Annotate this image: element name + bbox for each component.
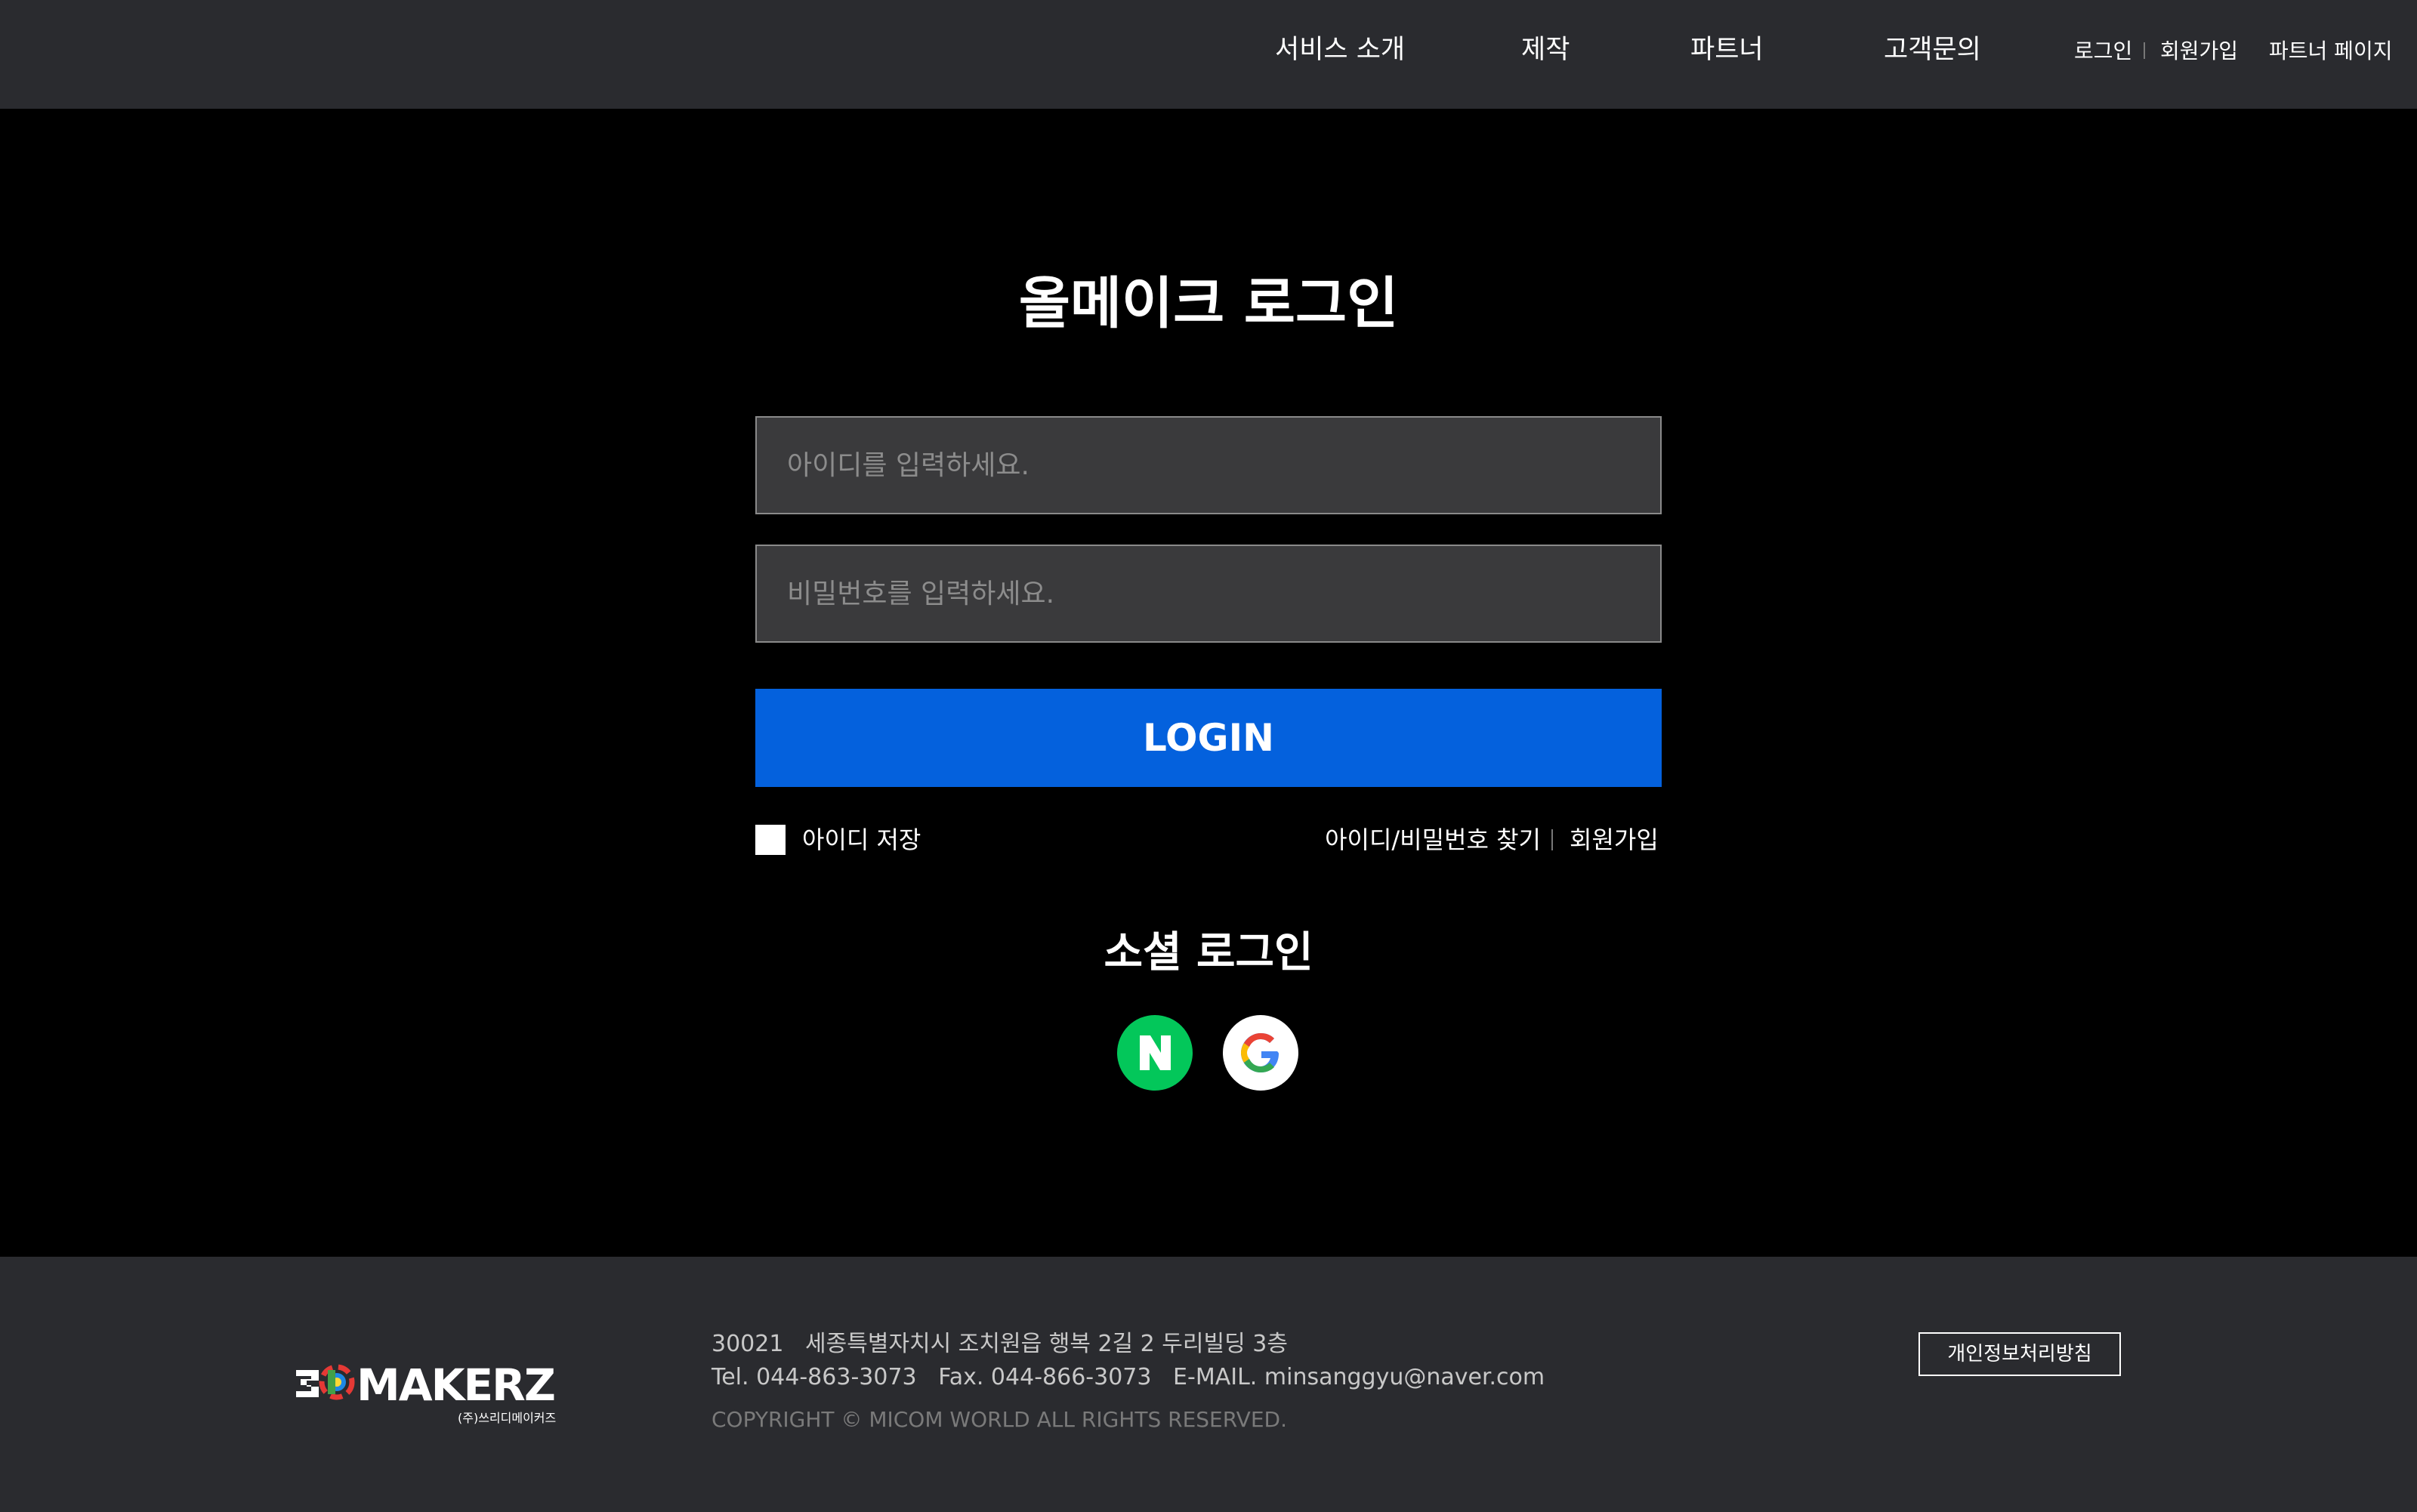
- nav-partner[interactable]: 파트너: [1690, 27, 1764, 73]
- login-button[interactable]: LOGIN: [755, 689, 1662, 787]
- company-logo: MAKERZ (주)쓰리디메이커즈: [293, 1347, 580, 1438]
- login-section: 올메이크 로그인 LOGIN 아이디 저장 아이디/비밀번호 찾기 회원가입 소…: [0, 109, 2417, 1257]
- page-title: 올메이크 로그인: [1018, 271, 1399, 336]
- link-divider: [1551, 829, 1553, 850]
- social-login-title: 소셜 로그인: [1104, 928, 1313, 977]
- site-footer: MAKERZ (주)쓰리디메이커즈 30021 세종특별자치시 조치원읍 행복 …: [0, 1257, 2417, 1512]
- top-header: 서비스 소개 제작 파트너 고객문의 로그인 회원가입 파트너 페이지: [0, 0, 2417, 109]
- header-util-divider: [2144, 42, 2145, 59]
- naver-login-button[interactable]: [1117, 1015, 1193, 1091]
- signup-link[interactable]: 회원가입: [1570, 819, 1659, 861]
- save-id-label: 아이디 저장: [802, 825, 921, 854]
- nav-service-intro[interactable]: 서비스 소개: [1275, 27, 1405, 73]
- google-login-button[interactable]: [1223, 1015, 1298, 1091]
- find-id-password-link[interactable]: 아이디/비밀번호 찾기: [1325, 819, 1541, 861]
- logo-subtitle: (주)쓰리디메이커즈: [458, 1411, 557, 1425]
- google-icon: [1223, 1015, 1298, 1091]
- naver-icon: [1117, 1015, 1193, 1091]
- privacy-policy-button[interactable]: 개인정보처리방침: [1918, 1332, 2121, 1376]
- id-input[interactable]: [755, 416, 1662, 514]
- logo-wordmark: MAKERZ: [357, 1359, 556, 1411]
- footer-copyright: COPYRIGHT © MICOM WORLD ALL RIGHTS RESER…: [712, 1407, 1287, 1432]
- nav-production[interactable]: 제작: [1521, 27, 1570, 73]
- password-input[interactable]: [755, 545, 1662, 643]
- header-login-link[interactable]: 로그인: [2074, 33, 2132, 69]
- footer-address: 30021 세종특별자치시 조치원읍 행복 2길 2 두리빌딩 3층: [712, 1331, 1288, 1357]
- footer-contact: Tel. 044-863-3073 Fax. 044-866-3073 E-MA…: [712, 1364, 1545, 1390]
- save-id-checkbox[interactable]: [755, 825, 786, 855]
- header-signup-link[interactable]: 회원가입: [2160, 33, 2238, 69]
- nav-customer-inquiry[interactable]: 고객문의: [1884, 27, 1981, 73]
- header-partner-page-link[interactable]: 파트너 페이지: [2269, 33, 2392, 69]
